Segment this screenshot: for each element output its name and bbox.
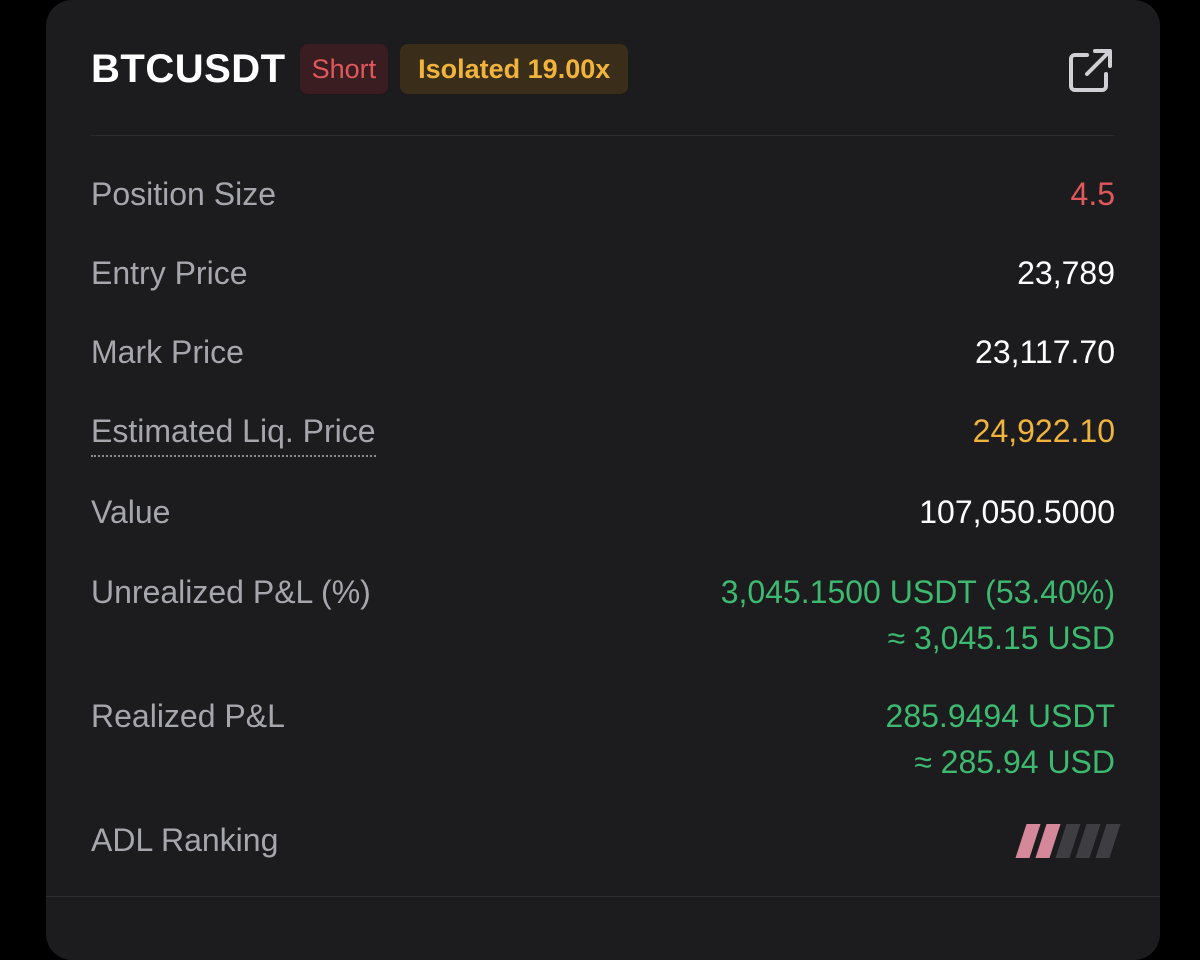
entry-price-value: 23,789 xyxy=(1017,255,1115,291)
adl-ranking-indicator[interactable] xyxy=(1015,824,1121,858)
margin-mode-badge[interactable]: Isolated 19.00x xyxy=(400,44,629,94)
realized-pnl-label: Realized P&L xyxy=(91,698,285,734)
position-size-value: 4.5 xyxy=(1070,176,1115,212)
liq-price-label[interactable]: Estimated Liq. Price xyxy=(91,411,376,457)
realized-pnl-usdt: 285.9494 USDT xyxy=(885,698,1115,734)
header-divider xyxy=(91,135,1115,136)
unrealized-pnl-usd: ≈ 3,045.15 USD xyxy=(887,620,1115,656)
realized-pnl-value: 285.9494 USDT ≈ 285.94 USD xyxy=(886,696,1115,782)
position-header: BTCUSDT Short Isolated 19.00x xyxy=(91,42,1115,96)
value-label: Value xyxy=(91,494,171,530)
position-size-label: Position Size xyxy=(91,176,276,212)
unrealized-pnl-value: 3,045.1500 USDT (53.40%) ≈ 3,045.15 USD xyxy=(721,572,1115,658)
entry-price-label: Entry Price xyxy=(91,255,248,291)
mark-price-value: 23,117.70 xyxy=(975,334,1115,370)
unrealized-pnl-label: Unrealized P&L (%) xyxy=(91,574,371,610)
symbol-title[interactable]: BTCUSDT xyxy=(91,47,286,92)
liq-price-value: 24,922.10 xyxy=(972,413,1115,449)
unrealized-pnl-usdt: 3,045.1500 USDT (53.40%) xyxy=(720,574,1115,610)
realized-pnl-usd: ≈ 285.94 USD xyxy=(914,744,1115,780)
mark-price-label: Mark Price xyxy=(91,334,244,370)
side-badge: Short xyxy=(299,44,389,94)
position-card: BTCUSDT Short Isolated 19.00x Position S… xyxy=(46,0,1160,960)
adl-ranking-label: ADL Ranking xyxy=(91,822,279,858)
external-link-icon[interactable] xyxy=(1065,46,1115,96)
adl-bar xyxy=(1095,824,1121,858)
value-amount: 107,050.5000 xyxy=(919,494,1115,530)
footer-divider xyxy=(46,896,1160,897)
